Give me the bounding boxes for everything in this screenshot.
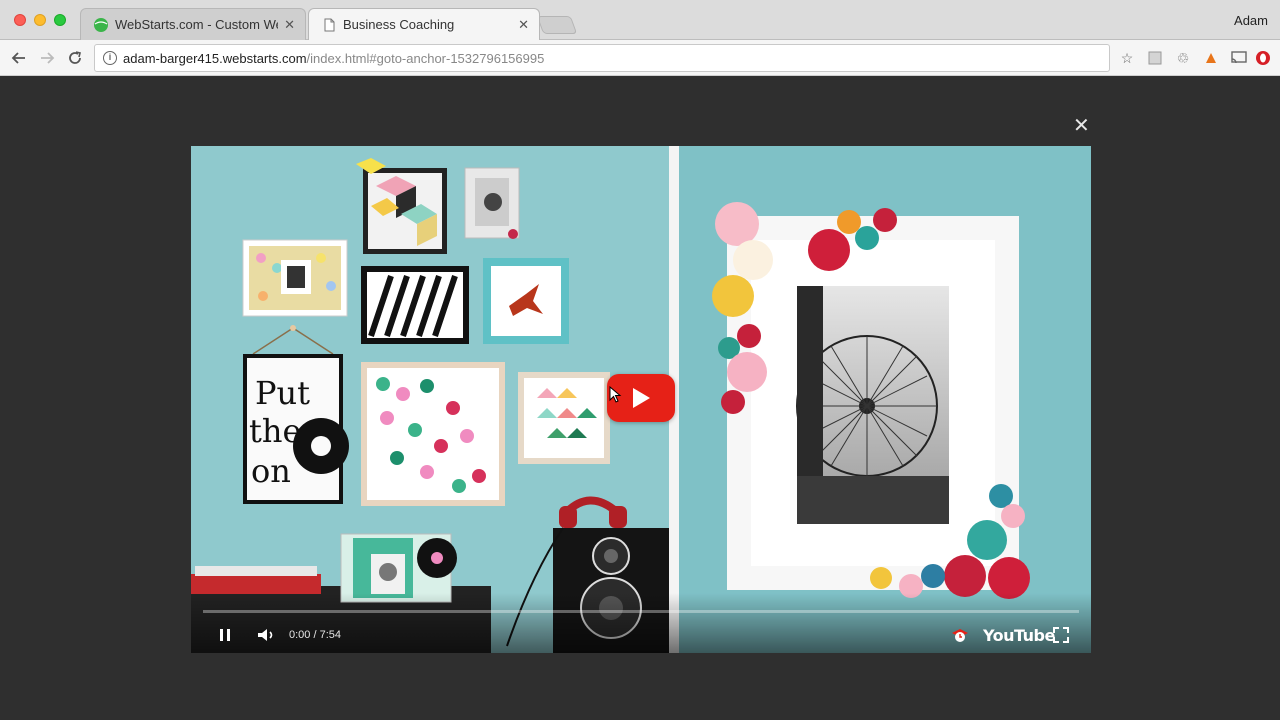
volume-icon[interactable]: [253, 623, 279, 647]
extension-icon[interactable]: [1146, 49, 1164, 67]
youtube-logo[interactable]: YouTube: [983, 626, 1055, 645]
maximize-window-button[interactable]: [54, 14, 66, 26]
tab-webstarts[interactable]: WebStarts.com - Custom Web ✕: [80, 8, 306, 40]
new-tab-button[interactable]: [536, 16, 578, 34]
extension-orange-icon[interactable]: [1202, 49, 1220, 67]
video-time: 0:00 / 7:54: [289, 629, 341, 641]
close-tab-icon[interactable]: ✕: [518, 17, 529, 33]
profile-name[interactable]: Adam: [1234, 13, 1268, 28]
lightbox-close-icon[interactable]: ✕: [1073, 116, 1090, 136]
pause-icon[interactable]: [213, 623, 237, 647]
close-tab-icon[interactable]: ✕: [284, 17, 295, 33]
back-icon[interactable]: [8, 47, 30, 69]
play-icon: [633, 388, 650, 408]
mouse-cursor-icon: [609, 386, 622, 403]
close-window-button[interactable]: [14, 14, 26, 26]
page-document-icon: [324, 18, 335, 31]
forward-icon[interactable]: [36, 47, 58, 69]
cast-icon[interactable]: [1230, 49, 1248, 67]
address-bar[interactable]: i adam-barger415.webstarts.com/index.htm…: [94, 44, 1110, 72]
watch-later-icon[interactable]: [947, 623, 973, 647]
bookmark-star-icon[interactable]: ☆: [1118, 49, 1136, 67]
info-icon[interactable]: i: [103, 51, 117, 65]
reload-icon[interactable]: [64, 47, 86, 69]
poster-text-line2: the: [249, 412, 301, 450]
youtube-video-player[interactable]: Put the on 0:00 / 7:54 YouTube: [191, 146, 1091, 653]
browser-titlebar: WebStarts.com - Custom Web ✕ Business Co…: [0, 0, 1280, 40]
browser-toolbar: i adam-barger415.webstarts.com/index.htm…: [0, 40, 1280, 76]
tab-business-coaching[interactable]: Business Coaching ✕: [308, 8, 540, 40]
recycle-icon[interactable]: ♲: [1174, 49, 1192, 67]
url-path: /index.html#goto-anchor-1532796156995: [306, 50, 545, 66]
tab-label: WebStarts.com - Custom Web: [115, 17, 279, 32]
minimize-window-button[interactable]: [34, 14, 46, 26]
tab-label: Business Coaching: [343, 17, 455, 32]
webstarts-green-globe-icon: [94, 17, 108, 32]
poster-text-line1: Put: [255, 374, 310, 412]
fullscreen-icon[interactable]: [1049, 623, 1073, 647]
opera-icon[interactable]: [1254, 49, 1272, 67]
poster-text-line3: on: [251, 452, 291, 490]
video-progress-bar[interactable]: [203, 610, 1079, 613]
url-host: adam-barger415.webstarts.com: [123, 50, 307, 66]
